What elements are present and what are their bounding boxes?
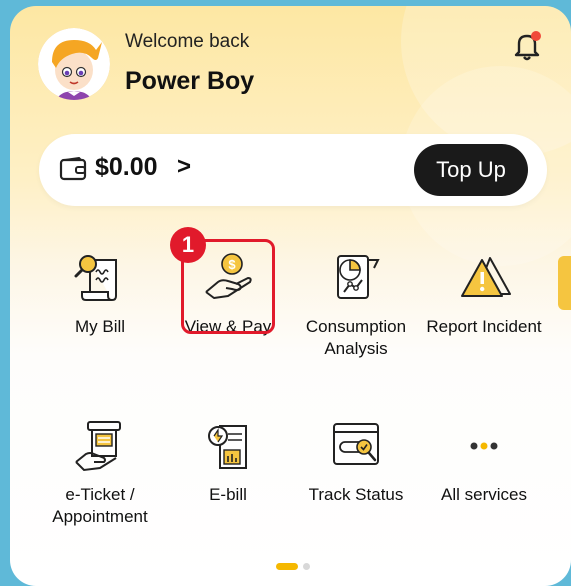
service-my-bill[interactable]: My Bill	[40, 248, 160, 338]
notification-bell-icon[interactable]	[509, 28, 545, 64]
service-e-ticket[interactable]: e-Ticket / Appointment	[40, 416, 160, 528]
wallet-bar[interactable]: $0.00 > Top Up	[39, 134, 547, 206]
bill-magnifier-icon	[70, 248, 130, 308]
service-label: My Bill	[74, 317, 126, 336]
wallet-icon	[59, 156, 87, 186]
service-label: E-bill	[209, 485, 247, 504]
service-e-bill[interactable]: E-bill	[168, 416, 288, 506]
avatar[interactable]	[38, 28, 110, 100]
home-card: Welcome back Power Boy $0.00 > Top Up My…	[10, 6, 571, 586]
step-badge: 1	[170, 227, 206, 263]
ebill-icon	[198, 416, 258, 476]
service-report-incident[interactable]: Report Incident	[424, 248, 544, 338]
more-dots-icon	[454, 416, 514, 476]
side-drawer-handle[interactable]	[558, 256, 571, 310]
service-label: Consumption Analysis	[305, 317, 407, 358]
notification-dot	[531, 31, 541, 41]
wallet-balance: $0.00	[95, 153, 158, 181]
chevron-right-icon[interactable]: >	[177, 153, 191, 181]
service-label: Track Status	[308, 485, 404, 504]
top-up-button[interactable]: Top Up	[414, 144, 528, 196]
ticket-hand-icon	[70, 416, 130, 476]
service-consumption-analysis[interactable]: Consumption Analysis	[296, 248, 416, 360]
user-name: Power Boy	[125, 67, 255, 95]
service-track-status[interactable]: Track Status	[296, 416, 416, 506]
welcome-text: Welcome back	[125, 31, 250, 52]
analysis-chart-icon	[326, 248, 386, 308]
service-label: Report Incident	[426, 317, 542, 336]
warning-triangle-icon	[454, 248, 514, 308]
service-label: All services	[441, 485, 527, 504]
service-all-services[interactable]: All services	[424, 416, 544, 506]
page-indicator	[276, 557, 310, 575]
track-status-icon	[326, 416, 386, 476]
service-label: e-Ticket / Appointment	[52, 485, 148, 526]
